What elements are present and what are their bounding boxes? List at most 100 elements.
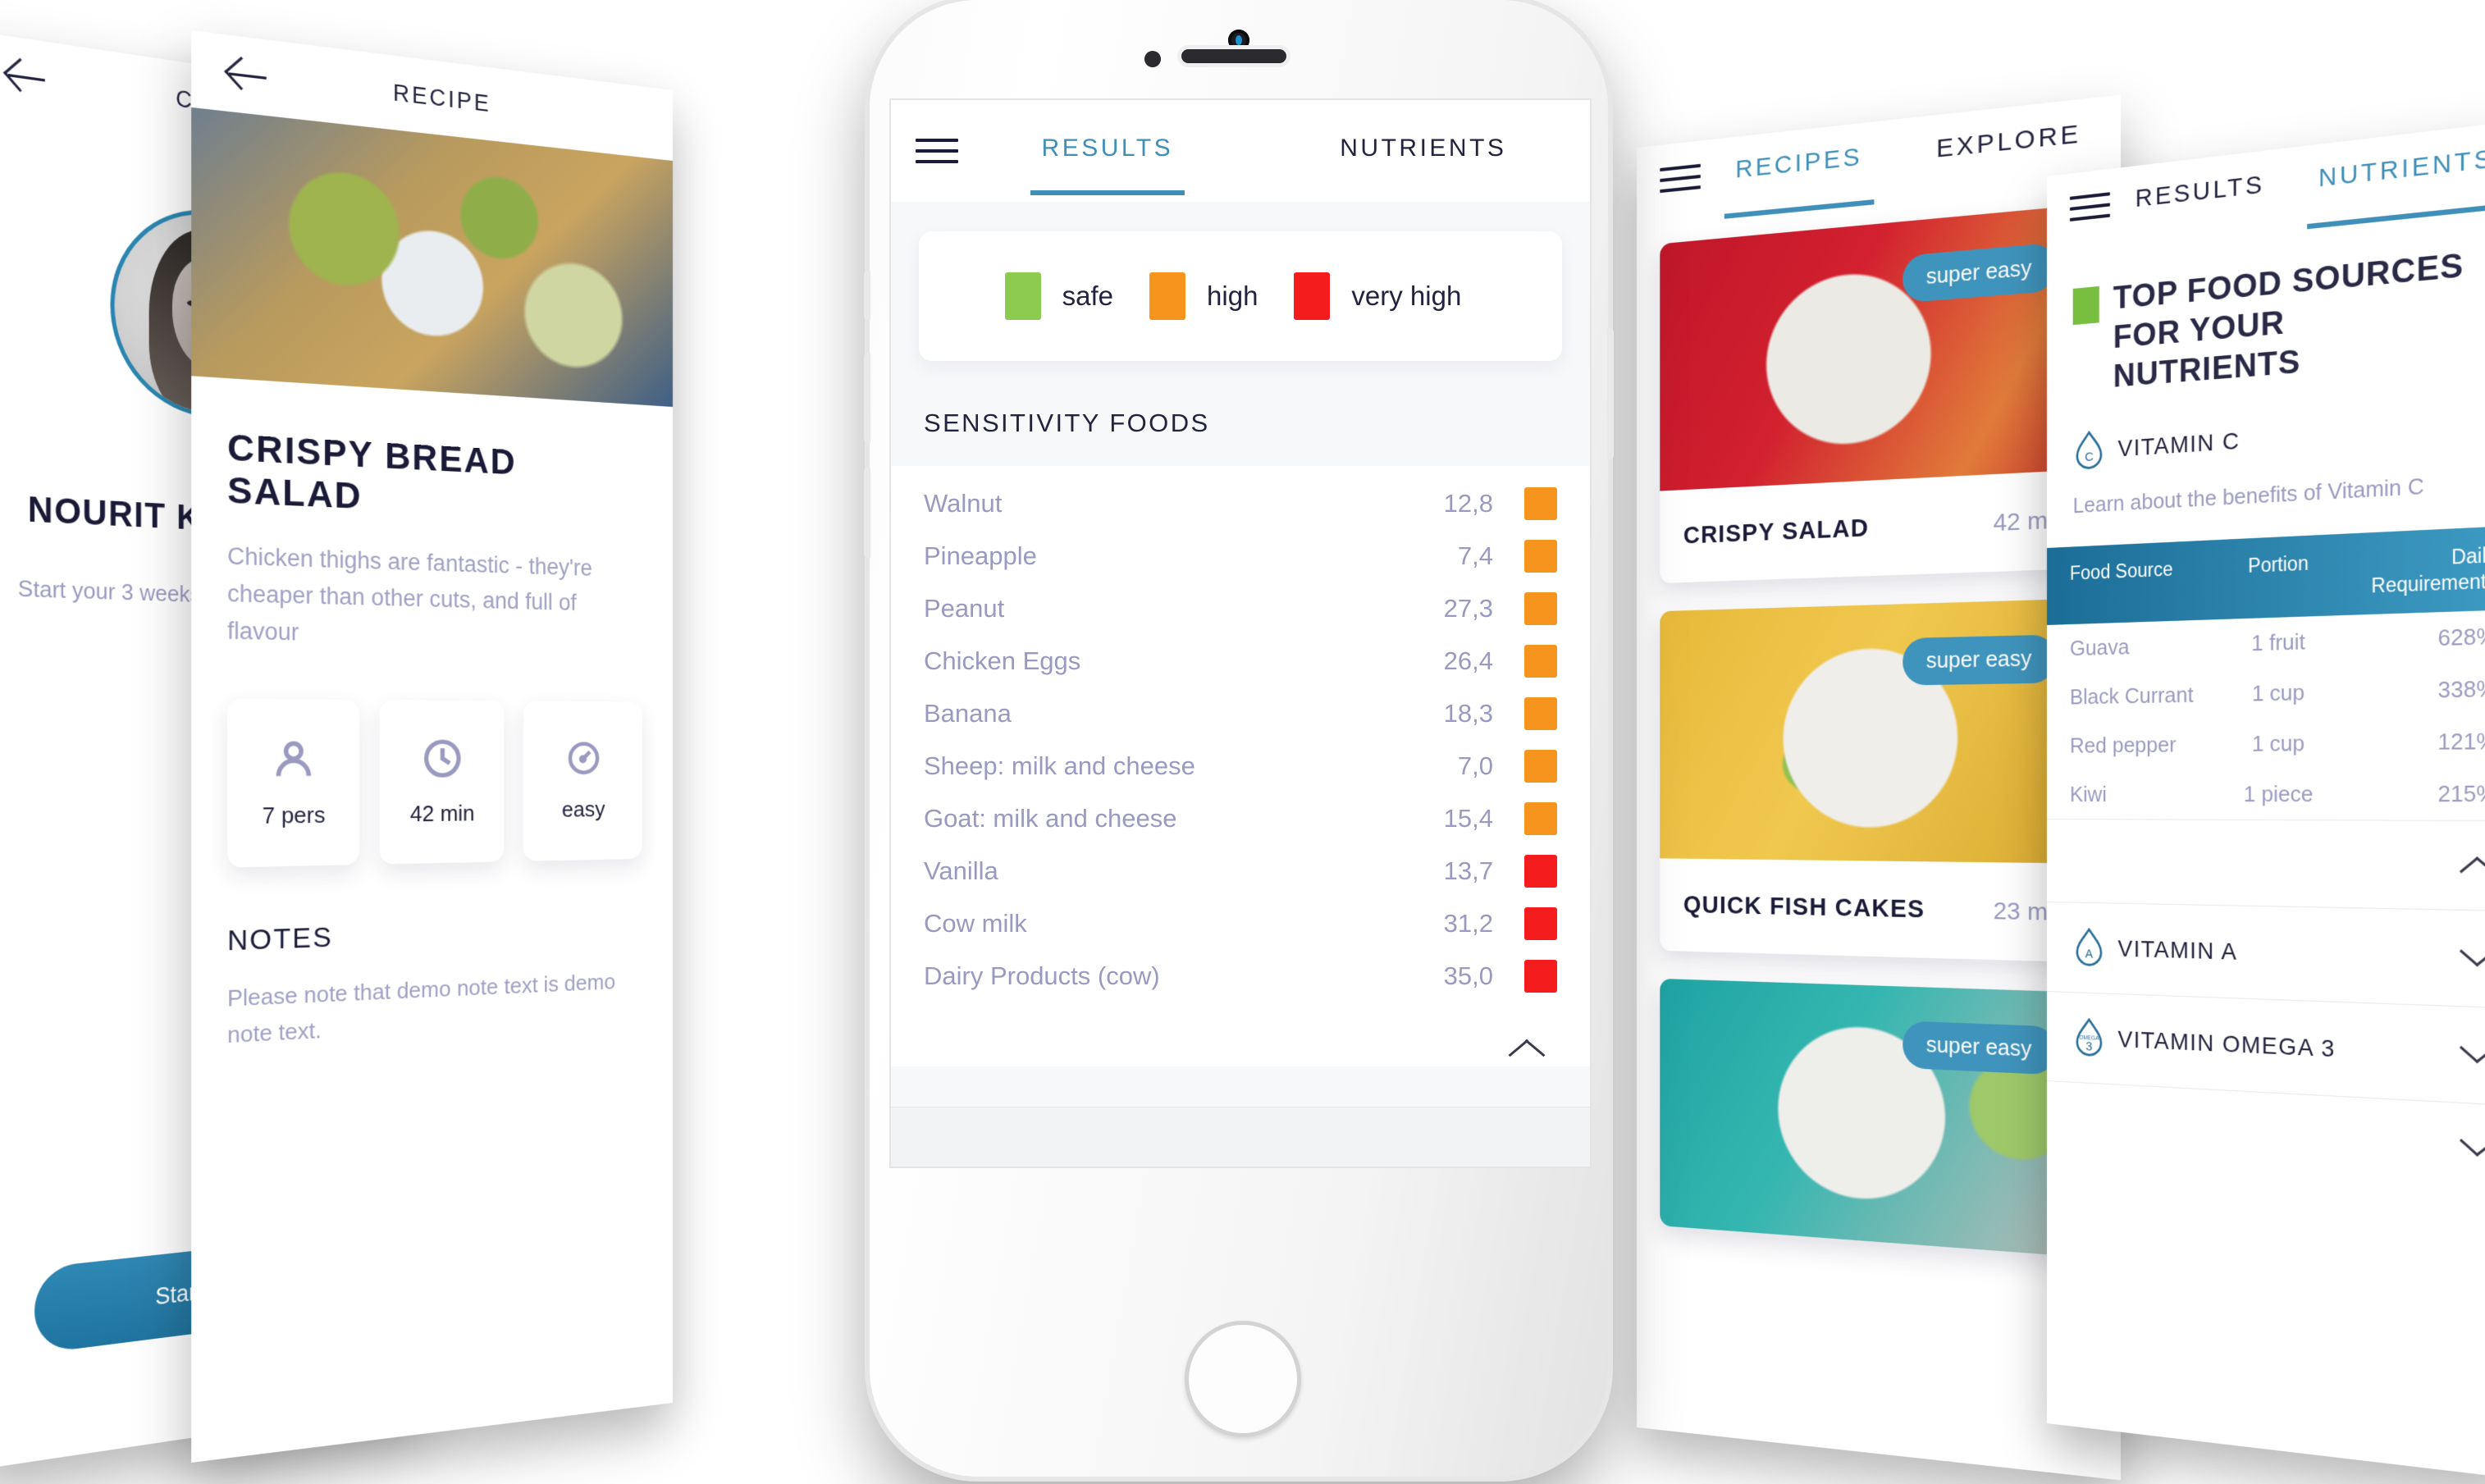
- table-row: Red pepper 1 cup 121%: [2047, 715, 2485, 770]
- cell-portion: 1 cup: [2251, 729, 2305, 756]
- recipe-card-title: QUICK FISH CAKES: [1683, 891, 1925, 924]
- chevron-down-icon: [2458, 940, 2485, 976]
- chip-time[interactable]: 42 min: [379, 699, 505, 865]
- nutrients-screen-panel: RESULTS NUTRIENTS TOP FOOD SOURCES FOR Y…: [2047, 120, 2485, 1480]
- accordion-item-vitamin-a[interactable]: A VITAMIN A: [2047, 901, 2485, 1008]
- mockup-stage: CHAT NOURIT KLEPAR, RD Start your 3 week…: [0, 0, 2485, 1484]
- chevron-up-icon[interactable]: [1506, 1029, 1544, 1066]
- food-level-swatch: [1524, 907, 1557, 940]
- front-camera-icon: [1228, 30, 1249, 51]
- food-name: Pineapple: [924, 541, 1037, 570]
- legend-swatch-high: [1149, 272, 1186, 320]
- food-value: 7,0: [1457, 751, 1493, 780]
- food-level-swatch: [1524, 592, 1557, 625]
- food-sources-table: Food Source Portion Daily Requirements G…: [2047, 525, 2485, 820]
- food-row[interactable]: Sheep: milk and cheese 7,0: [891, 740, 1590, 792]
- cell-portion: 1 fruit: [2251, 628, 2305, 656]
- hamburger-menu-icon[interactable]: [916, 131, 958, 171]
- notes-heading: NOTES: [227, 920, 333, 957]
- home-button[interactable]: [1185, 1321, 1301, 1437]
- legend-swatch-very-high: [1294, 272, 1331, 320]
- food-value: 12,8: [1443, 489, 1493, 518]
- svg-text:C: C: [2085, 450, 2094, 464]
- legend-label-safe: safe: [1062, 281, 1114, 311]
- food-row[interactable]: Banana 18,3: [891, 687, 1590, 740]
- volume-up-button[interactable]: [864, 353, 870, 443]
- gauge-icon: [565, 738, 601, 781]
- food-row[interactable]: Pineapple 7,4: [891, 530, 1590, 582]
- proximity-sensor-icon: [1144, 51, 1161, 67]
- power-button[interactable]: [1607, 328, 1614, 459]
- sensitivity-foods-list: Walnut 12,8 Pineapple 7,4 Peanut 27,3 Ch…: [891, 466, 1590, 1066]
- hamburger-menu-icon[interactable]: [1660, 157, 1701, 200]
- earpiece-speaker: [1181, 49, 1286, 63]
- results-navbar: RESULTS NUTRIENTS: [891, 100, 1590, 202]
- cell-food: Kiwi: [2069, 781, 2107, 806]
- vitamin-drop-icon: OMEGA 3: [2073, 1017, 2106, 1058]
- recipe-card-image: super easy: [1660, 203, 2094, 491]
- difficulty-badge: super easy: [1902, 634, 2057, 686]
- hamburger-menu-icon[interactable]: [2069, 185, 2110, 229]
- food-value: 7,4: [1457, 541, 1493, 570]
- col-daily-requirements: Daily Requirements: [2371, 543, 2485, 597]
- food-name: Sheep: milk and cheese: [924, 751, 1195, 780]
- results-body: safe high very high SENSITIVITY FOODS Wa…: [891, 202, 1590, 1167]
- tab-explore[interactable]: EXPLORE: [1936, 120, 2081, 170]
- food-row[interactable]: Peanut 27,3: [891, 582, 1590, 635]
- tab-results[interactable]: RESULTS: [2136, 171, 2265, 219]
- sensitivity-foods-heading: SENSITIVITY FOODS: [924, 409, 1210, 437]
- cell-daily: 121%: [2437, 727, 2485, 756]
- tab-results[interactable]: RESULTS: [1030, 135, 1185, 195]
- food-value: 27,3: [1443, 594, 1493, 623]
- food-name: Peanut: [924, 594, 1005, 623]
- tab-nutrients[interactable]: NUTRIENTS: [2318, 144, 2485, 199]
- recipe-title: CRISPY BREAD SALAD: [227, 426, 517, 517]
- food-name: Vanilla: [924, 856, 998, 885]
- notes-body: Please note that demo note text is demo …: [227, 968, 616, 1048]
- recipe-card[interactable]: super easy: [1660, 978, 2094, 1258]
- results-tabs: RESULTS NUTRIENTS: [958, 100, 1590, 202]
- food-row[interactable]: Chicken Eggs 26,4: [891, 635, 1590, 687]
- food-row[interactable]: Goat: milk and cheese 15,4: [891, 792, 1590, 845]
- cell-daily: 628%: [2437, 622, 2485, 651]
- volume-down-button[interactable]: [864, 468, 870, 558]
- vitamin-c-header[interactable]: C VITAMIN C: [2073, 404, 2485, 473]
- recipe-description: Chicken thighs are fantastic - they're c…: [227, 542, 592, 646]
- tab-nutrients[interactable]: NUTRIENTS: [1340, 135, 1506, 167]
- food-row[interactable]: Walnut 12,8: [891, 477, 1590, 530]
- food-name: Dairy Products (cow): [924, 961, 1160, 990]
- table-header-row: Food Source Portion Daily Requirements: [2047, 525, 2485, 625]
- recipe-card-image: super easy: [1660, 978, 2094, 1258]
- cell-daily: 338%: [2437, 674, 2485, 703]
- chip-difficulty[interactable]: easy: [523, 700, 642, 861]
- food-row[interactable]: Vanilla 13,7: [891, 845, 1590, 897]
- person-icon: [271, 736, 316, 786]
- legend-label-high: high: [1207, 281, 1258, 311]
- chip-servings[interactable]: 7 pers: [227, 697, 359, 867]
- vitamin-a-name: VITAMIN A: [2117, 935, 2238, 965]
- recipe-card-title: CRISPY SALAD: [1683, 514, 1870, 550]
- cell-food: Red pepper: [2069, 731, 2177, 758]
- vitamin-c-subtitle: Learn about the benefits of Vitamin C: [2072, 473, 2424, 518]
- recipe-screen-panel: RECIPE CRISPY BREAD SALAD Chicken thighs…: [191, 30, 674, 1463]
- vitamin-drop-icon: A: [2073, 928, 2106, 968]
- food-level-swatch: [1524, 645, 1557, 678]
- severity-legend: safe high very high: [919, 231, 1562, 361]
- bottom-bar: [891, 1107, 1590, 1167]
- clock-icon: [421, 736, 464, 785]
- recipe-card[interactable]: super easy QUICK FISH CAKES 23 min: [1660, 598, 2094, 963]
- recipe-card[interactable]: super easy CRISPY SALAD 42 min: [1660, 203, 2094, 584]
- section-heading-text: TOP FOOD SOURCES FOR YOUR NUTRIENTS: [2113, 246, 2464, 395]
- mute-switch[interactable]: [864, 271, 870, 320]
- food-value: 31,2: [1443, 909, 1493, 938]
- tab-recipes[interactable]: RECIPES: [1735, 143, 1862, 189]
- chevron-down-icon: [2458, 1037, 2485, 1074]
- food-row[interactable]: Cow milk 31,2: [891, 897, 1590, 950]
- accordion-collapse-vitamin-c[interactable]: [2047, 818, 2485, 911]
- food-row[interactable]: Dairy Products (cow) 35,0: [891, 950, 1590, 1002]
- food-value: 26,4: [1443, 646, 1493, 675]
- food-level-swatch: [1524, 960, 1557, 993]
- recipe-card-image: super easy: [1660, 598, 2094, 864]
- food-name: Cow milk: [924, 909, 1027, 938]
- cell-food: Black Currant: [2069, 682, 2194, 710]
